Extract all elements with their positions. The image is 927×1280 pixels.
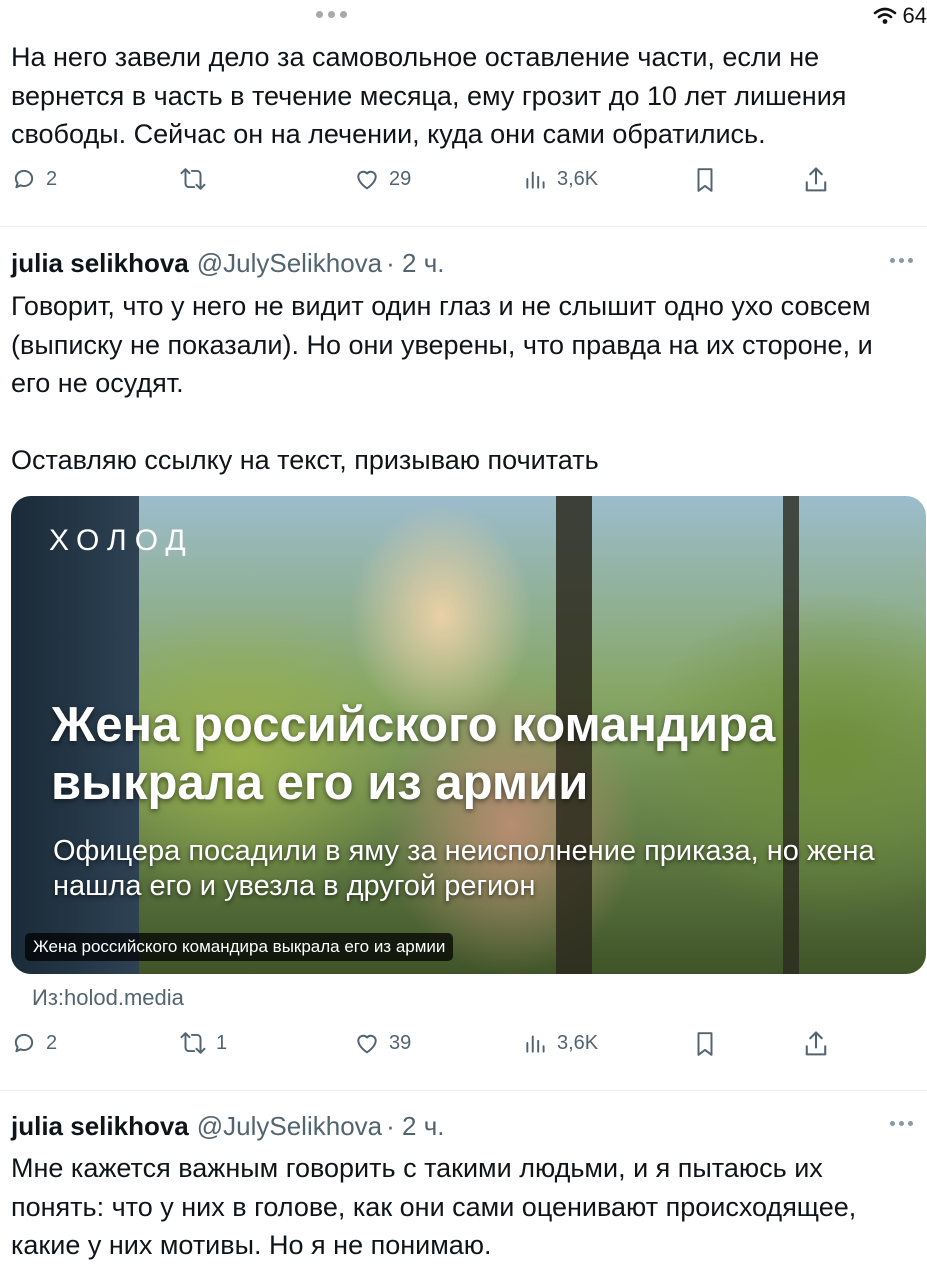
status-bar: 64 [873,3,927,29]
post-time[interactable]: · 2 ч. [386,248,444,279]
bookmark-button[interactable] [692,165,718,195]
tweet-2-paragraph-2: Оставляю ссылку на текст, призываю почит… [11,445,599,475]
author-name[interactable]: julia selikhova [11,248,189,279]
views-count: 3,6K [557,167,599,190]
share-button[interactable] [802,1029,830,1059]
like-count: 29 [389,167,412,190]
like-button[interactable]: 39 [353,1029,411,1057]
tweet-2-actions: 2 1 39 3,6K [10,1029,890,1065]
author-name[interactable]: julia selikhova [11,1111,189,1142]
card-headline: Жена российского командира выкрала его и… [51,698,776,810]
repost-icon [180,1032,206,1054]
bookmark-icon [697,168,713,192]
reply-button[interactable]: 2 [10,1029,57,1057]
more-icon[interactable] [890,258,913,263]
author-handle[interactable]: @JulySelikhova [197,248,382,279]
tweet-2-paragraph-1: Говорит, что у него не видит один глаз и… [11,291,873,398]
divider [0,226,927,227]
author-handle[interactable]: @JulySelikhova [197,1111,382,1142]
reply-button[interactable]: 2 [10,165,57,193]
more-icon[interactable] [890,1121,913,1126]
tweet-2-header: julia selikhova @JulySelikhova · 2 ч. [11,246,913,280]
like-icon [357,1034,377,1054]
like-icon [357,170,377,190]
views-button[interactable]: 3,6K [523,165,598,193]
like-button[interactable]: 29 [353,165,411,193]
divider [0,1090,927,1091]
card-subheadline: Офицера посадили в яму за неисполнение п… [53,835,875,902]
repost-count: 1 [216,1031,228,1054]
tweet-3-header: julia selikhova @JulySelikhova · 2 ч. [11,1109,913,1143]
card-logo: ХОЛОД [49,524,194,557]
wifi-icon [873,7,896,24]
reply-icon [14,1033,34,1053]
bookmark-icon [697,1032,713,1056]
tweet-1-actions: 2 29 3,6K [10,165,890,201]
repost-button[interactable] [178,165,216,193]
thread-page: 64 На него завели дело за самовольное ос… [0,0,927,1280]
repost-button[interactable]: 1 [178,1029,227,1057]
views-icon [526,171,545,189]
share-icon [805,167,827,192]
views-count: 3,6K [557,1031,599,1054]
bookmark-button[interactable] [692,1029,718,1059]
top-dots-icon [316,4,352,24]
views-icon [526,1035,545,1053]
share-icon [805,1031,827,1056]
share-button[interactable] [802,165,830,195]
card-source-link[interactable]: Из:holod.media [32,985,184,1011]
tweet-3-text: Мне кажется важным говорить с такими люд… [11,1153,857,1260]
card-caption: Жена российского командира выкрала его и… [25,933,454,961]
reply-count: 2 [46,1031,58,1054]
reply-icon [14,169,34,189]
views-button[interactable]: 3,6K [523,1029,598,1057]
like-count: 39 [389,1031,412,1054]
link-card[interactable]: ХОЛОД Жена российского командира выкрала… [11,496,926,974]
battery-level: 64 [902,3,927,28]
tweet-1-text: На него завели дело за самовольное остав… [11,42,847,149]
reply-count: 2 [46,167,58,190]
post-time[interactable]: · 2 ч. [386,1111,444,1142]
repost-icon [180,168,206,190]
